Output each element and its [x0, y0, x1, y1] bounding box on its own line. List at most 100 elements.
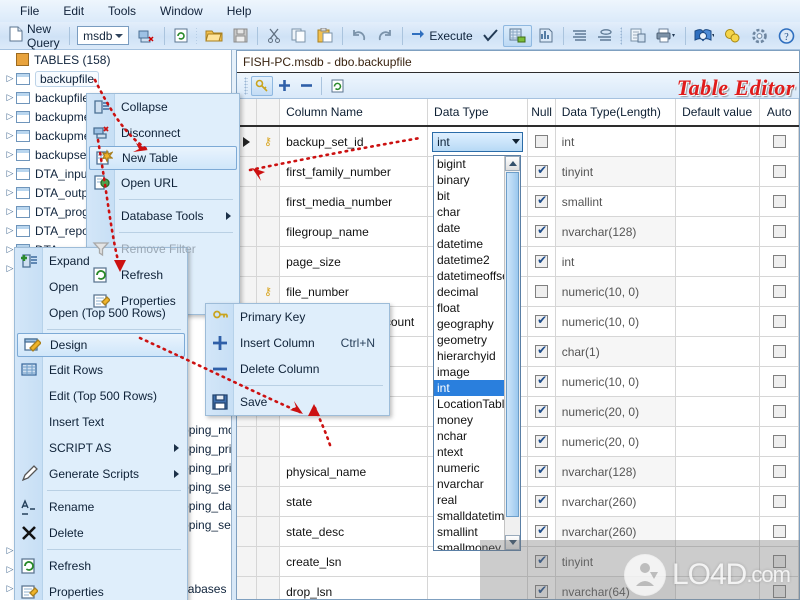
column-name-cell[interactable]: filegroup_name [280, 217, 429, 246]
menu-item-new-table[interactable]: New Table [89, 146, 237, 170]
auto-increment-checkbox[interactable] [772, 255, 786, 268]
nullable-checkbox[interactable] [535, 463, 549, 478]
row-indicator-cell[interactable] [237, 487, 257, 516]
dropdown-option[interactable]: decimal [434, 284, 504, 300]
context-menu-column[interactable]: Primary Key Insert Column Ctrl+N Delete Col… [205, 303, 390, 416]
column-name-cell[interactable]: first_media_number [280, 187, 429, 216]
primary-key-cell[interactable] [256, 217, 281, 246]
nullable-checkbox[interactable] [535, 523, 549, 538]
settings-gear-button[interactable] [746, 25, 773, 47]
row-indicator-cell[interactable] [237, 547, 257, 576]
default-value-cell[interactable] [676, 337, 761, 366]
expander-icon[interactable]: ▷ [4, 149, 16, 160]
column-name-cell[interactable]: create_lsn [280, 547, 429, 576]
nullable-cell[interactable] [528, 187, 556, 216]
menu-item-insert-text[interactable]: Insert Text [15, 409, 187, 435]
auto-increment-checkbox[interactable] [772, 225, 786, 238]
menu-item-design[interactable]: Design [17, 333, 185, 357]
column-name-cell[interactable]: physical_name [280, 457, 429, 486]
outdent-button[interactable] [592, 25, 617, 47]
include-client-statistics-button[interactable] [532, 25, 559, 47]
scroll-up-button[interactable] [505, 156, 520, 171]
data-type-length-cell[interactable]: numeric(10, 0) [556, 367, 677, 396]
menu-item-edit-rows[interactable]: Edit Rows [15, 357, 187, 383]
execute-button[interactable]: Execute [406, 25, 477, 47]
default-value-cell[interactable] [676, 367, 761, 396]
primary-key-cell[interactable]: ⚷ [256, 127, 281, 156]
menu-item-open-url[interactable]: Open URL [87, 170, 239, 196]
data-type-length-cell[interactable]: char(1) [555, 337, 677, 366]
data-type-length-cell[interactable]: nvarchar(128) [555, 457, 677, 486]
default-value-cell[interactable] [676, 277, 761, 306]
menu-tools[interactable]: Tools [96, 2, 148, 20]
expander-icon[interactable]: ▷ [4, 130, 16, 141]
auto-increment-cell[interactable] [760, 277, 799, 306]
auto-increment-checkbox[interactable] [772, 285, 786, 298]
auto-increment-cell[interactable] [760, 247, 799, 276]
dropdown-option[interactable]: datetime [434, 236, 504, 252]
menu-item-insert-column[interactable]: Insert Column Ctrl+N [206, 330, 389, 356]
indent-button[interactable] [567, 25, 592, 47]
menu-item-collapse[interactable]: Collapse [87, 94, 239, 120]
toolbar-grip[interactable] [195, 26, 198, 45]
menu-item-expand[interactable]: Expand [15, 248, 187, 274]
menu-window[interactable]: Window [148, 2, 215, 20]
nullable-cell[interactable] [528, 307, 556, 336]
row-indicator-cell[interactable] [237, 577, 257, 599]
dropdown-option[interactable]: nchar [434, 428, 504, 444]
data-type-cell[interactable]: int [428, 127, 529, 156]
dropdown-option[interactable]: date [434, 220, 504, 236]
menu-file[interactable]: File [8, 2, 51, 20]
auto-increment-checkbox[interactable] [772, 165, 786, 178]
grid-header-default-value[interactable]: Default value [676, 99, 761, 125]
menu-help[interactable]: Help [215, 2, 264, 20]
dropdown-option[interactable]: hierarchyid [434, 348, 504, 364]
auto-increment-checkbox[interactable] [772, 345, 786, 358]
menu-item-properties[interactable]: Properties [15, 579, 187, 600]
default-value-cell[interactable] [676, 457, 761, 486]
dropdown-option[interactable]: ntext [434, 444, 504, 460]
data-type-length-cell[interactable]: tinyint [555, 157, 677, 186]
dropdown-option[interactable]: bigint [434, 156, 504, 172]
auto-increment-cell[interactable] [760, 457, 799, 486]
auto-increment-cell[interactable] [760, 487, 799, 516]
auto-increment-checkbox[interactable] [772, 405, 786, 418]
nullable-checkbox[interactable] [535, 493, 549, 508]
menu-item-rename[interactable]: Rename [15, 494, 187, 520]
auto-increment-cell[interactable] [760, 157, 799, 186]
expander-icon[interactable]: ▷ [4, 73, 16, 84]
grid-header-null[interactable]: Null [528, 99, 556, 125]
primary-key-cell[interactable] [256, 187, 281, 216]
dropdown-scrollbar[interactable] [504, 156, 520, 550]
nullable-cell[interactable] [528, 217, 556, 246]
dropdown-option[interactable]: geography [434, 316, 504, 332]
column-name-cell[interactable]: state_desc [280, 517, 429, 546]
dropdown-option[interactable]: int [434, 380, 504, 396]
save-button[interactable] [228, 25, 253, 47]
nullable-cell[interactable] [528, 487, 556, 516]
connect-object-explorer-button[interactable] [133, 25, 160, 47]
auto-increment-cell[interactable] [760, 307, 799, 336]
column-name-cell[interactable]: drop_lsn [280, 577, 429, 599]
nullable-cell[interactable] [528, 337, 556, 366]
column-name-cell[interactable] [280, 427, 429, 456]
primary-key-cell[interactable]: ⚷ [256, 277, 281, 306]
menu-item-save[interactable]: Save [206, 389, 389, 415]
nullable-cell[interactable] [528, 457, 556, 486]
data-type-length-cell[interactable]: numeric(20, 0) [555, 397, 677, 426]
paste-button[interactable] [312, 25, 338, 47]
help-circle-button[interactable]: ? [773, 25, 800, 47]
undo-button[interactable] [346, 25, 372, 47]
dropdown-option[interactable]: money [434, 412, 504, 428]
add-column-button[interactable] [273, 76, 295, 96]
expander-icon[interactable]: ▷ [4, 225, 16, 236]
expander-icon[interactable]: ▷ [4, 168, 16, 179]
nullable-checkbox[interactable] [535, 223, 549, 238]
default-value-cell[interactable] [676, 427, 761, 456]
data-type-dropdown-list[interactable]: bigint binary bit char date datetime datetime2… [433, 155, 521, 551]
toolbar-grip-2[interactable] [620, 26, 622, 45]
dropdown-option[interactable]: LocationTable [434, 396, 504, 412]
nullable-checkbox[interactable] [535, 193, 549, 208]
redo-button[interactable] [372, 25, 398, 47]
expander-icon[interactable]: ▷ [4, 92, 16, 103]
